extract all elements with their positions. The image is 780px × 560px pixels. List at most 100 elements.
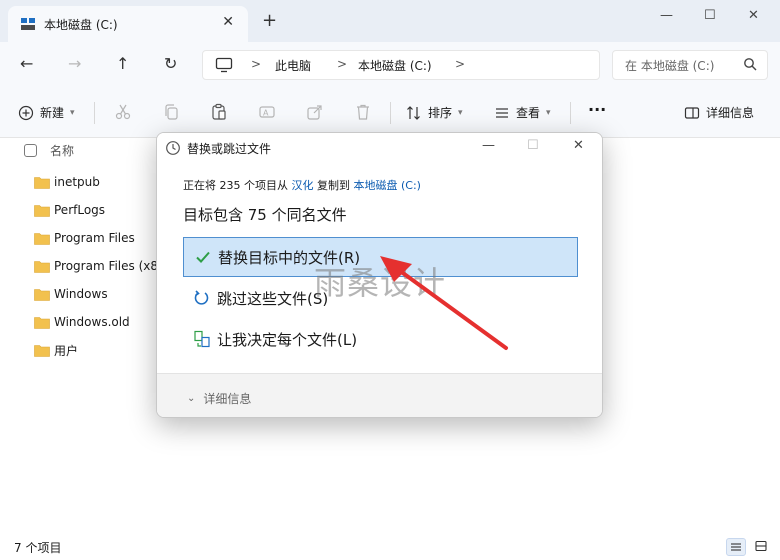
share-icon[interactable] bbox=[306, 103, 324, 121]
source-folder-link[interactable]: 汉化 bbox=[292, 179, 314, 192]
list-item[interactable]: Program Files bbox=[34, 228, 135, 248]
select-all-checkbox[interactable] bbox=[24, 144, 37, 157]
chevron-down-icon: ▾ bbox=[70, 107, 75, 118]
sort-icon bbox=[407, 105, 420, 120]
details-pane-label: 详细信息 bbox=[706, 106, 755, 120]
option-label: 让我决定每个文件(L) bbox=[217, 330, 358, 349]
list-item[interactable]: Windows bbox=[34, 284, 108, 304]
close-window-button[interactable]: ✕ bbox=[748, 8, 759, 23]
file-name: Program Files (x8 bbox=[54, 259, 159, 273]
minimize-button[interactable]: — bbox=[660, 8, 673, 23]
folder-icon bbox=[34, 176, 50, 189]
list-item[interactable]: PerfLogs bbox=[34, 200, 105, 220]
compare-files-icon bbox=[194, 330, 210, 348]
more-options-button[interactable]: ··· bbox=[588, 100, 606, 119]
copy-icon[interactable] bbox=[162, 103, 180, 121]
tiles-view-button[interactable] bbox=[752, 538, 772, 556]
more-details-label: 详细信息 bbox=[203, 392, 252, 406]
details-pane-icon bbox=[684, 106, 700, 119]
chevron-down-icon: ▾ bbox=[546, 107, 551, 118]
search-input[interactable]: 在 本地磁盘 (C:) bbox=[625, 57, 714, 74]
new-button[interactable]: 新建 ▾ bbox=[18, 104, 75, 121]
clock-icon bbox=[166, 141, 180, 155]
delete-icon[interactable] bbox=[354, 103, 372, 121]
file-name: Program Files bbox=[54, 231, 135, 245]
sort-button[interactable]: 排序 ▾ bbox=[406, 104, 463, 121]
dialog-maximize-button[interactable]: ☐ bbox=[527, 138, 539, 153]
toolbar-divider bbox=[390, 102, 391, 124]
destination-link[interactable]: 本地磁盘 (C:) bbox=[354, 179, 421, 192]
tab-close-icon[interactable]: ✕ bbox=[222, 14, 234, 30]
toolbar-divider bbox=[94, 102, 95, 124]
dialog-title: 替换或跳过文件 bbox=[187, 142, 272, 156]
list-item[interactable]: Program Files (x8 bbox=[34, 256, 158, 276]
status-bar: 7 个项目 bbox=[0, 534, 780, 560]
forward-button[interactable]: → bbox=[68, 54, 81, 73]
sort-label: 排序 bbox=[428, 106, 453, 120]
command-bar: 新建 ▾ A 排序 ▾ 查看 ▾ ··· 详细信息 bbox=[0, 88, 780, 138]
details-pane-button[interactable]: 详细信息 bbox=[684, 104, 754, 121]
column-header-name[interactable]: 名称 bbox=[50, 142, 74, 159]
list-item[interactable]: Windows.old bbox=[34, 312, 130, 332]
progress-middle: 复制到 bbox=[317, 179, 350, 192]
breadcrumb-local-disk[interactable]: 本地磁盘 (C:) bbox=[358, 57, 432, 74]
skip-arrow-icon bbox=[194, 290, 209, 305]
file-name: inetpub bbox=[54, 175, 100, 189]
folder-icon bbox=[34, 288, 50, 301]
drive-icon bbox=[21, 18, 35, 30]
file-name: PerfLogs bbox=[54, 203, 106, 217]
breadcrumb-separator: > bbox=[455, 57, 466, 71]
folder-icon bbox=[34, 232, 50, 245]
cut-icon[interactable] bbox=[114, 103, 132, 121]
dialog-title-bar[interactable]: 替换或跳过文件 — ☐ ✕ bbox=[157, 133, 602, 163]
tab-local-disk-c[interactable]: 本地磁盘 (C:) ✕ bbox=[8, 6, 248, 42]
refresh-button[interactable]: ↻ bbox=[164, 54, 177, 73]
checkmark-icon bbox=[196, 251, 210, 263]
plus-circle-icon bbox=[18, 105, 34, 120]
progress-prefix: 正在将 235 个项目从 bbox=[183, 179, 288, 192]
maximize-button[interactable]: ☐ bbox=[704, 8, 716, 23]
tiles-view-icon bbox=[755, 540, 767, 552]
copy-progress-text: 正在将 235 个项目从 汉化 复制到 本地磁盘 (C:) bbox=[183, 177, 421, 193]
list-view-icon bbox=[731, 543, 741, 551]
search-box[interactable]: 在 本地磁盘 (C:) bbox=[612, 50, 768, 80]
svg-text:A: A bbox=[263, 109, 269, 118]
dialog-minimize-button[interactable]: — bbox=[482, 138, 495, 153]
more-details-toggle[interactable]: ⌄ 详细信息 bbox=[187, 390, 251, 407]
view-label: 查看 bbox=[516, 106, 541, 120]
list-item[interactable]: 用户 bbox=[34, 340, 78, 360]
breadcrumb-this-pc[interactable]: 此电脑 bbox=[275, 57, 311, 74]
chevron-down-icon: ▾ bbox=[458, 107, 463, 118]
up-button[interactable]: ↑ bbox=[116, 54, 129, 73]
dialog-close-button[interactable]: ✕ bbox=[573, 138, 584, 153]
conflict-heading: 目标包含 75 个同名文件 bbox=[183, 206, 347, 224]
new-button-label: 新建 bbox=[40, 106, 65, 120]
folder-icon bbox=[34, 204, 50, 217]
file-name: Windows.old bbox=[54, 315, 130, 329]
dialog-footer: ⌄ 详细信息 bbox=[157, 373, 602, 417]
rename-icon[interactable]: A bbox=[258, 103, 276, 121]
new-tab-button[interactable]: + bbox=[262, 12, 277, 30]
back-button[interactable]: ← bbox=[20, 54, 33, 73]
folder-icon bbox=[34, 260, 50, 273]
breadcrumb-separator: > bbox=[251, 57, 262, 71]
file-name: 用户 bbox=[54, 343, 79, 358]
details-view-button[interactable] bbox=[726, 538, 746, 556]
file-name: Windows bbox=[54, 287, 108, 301]
toolbar-divider bbox=[570, 102, 571, 124]
item-count: 7 个项目 bbox=[14, 541, 62, 555]
list-item[interactable]: inetpub bbox=[34, 172, 100, 192]
tab-bar: 本地磁盘 (C:) ✕ + — ☐ ✕ bbox=[0, 0, 780, 42]
navigation-bar: ← → ↑ ↻ > 此电脑 > 本地磁盘 (C:) > 在 本地磁盘 (C:) bbox=[0, 42, 780, 88]
tab-title: 本地磁盘 (C:) bbox=[44, 18, 118, 32]
address-bar[interactable]: > 此电脑 > 本地磁盘 (C:) > bbox=[202, 50, 600, 80]
folder-icon bbox=[34, 316, 50, 329]
breadcrumb-separator: > bbox=[337, 57, 348, 71]
chevron-down-icon: ⌄ bbox=[187, 393, 196, 404]
view-button[interactable]: 查看 ▾ bbox=[494, 104, 551, 121]
view-icon bbox=[496, 107, 508, 118]
paste-icon[interactable] bbox=[210, 103, 228, 121]
computer-icon bbox=[215, 57, 233, 73]
red-annotation-arrow bbox=[380, 256, 508, 350]
search-icon[interactable] bbox=[743, 57, 757, 71]
